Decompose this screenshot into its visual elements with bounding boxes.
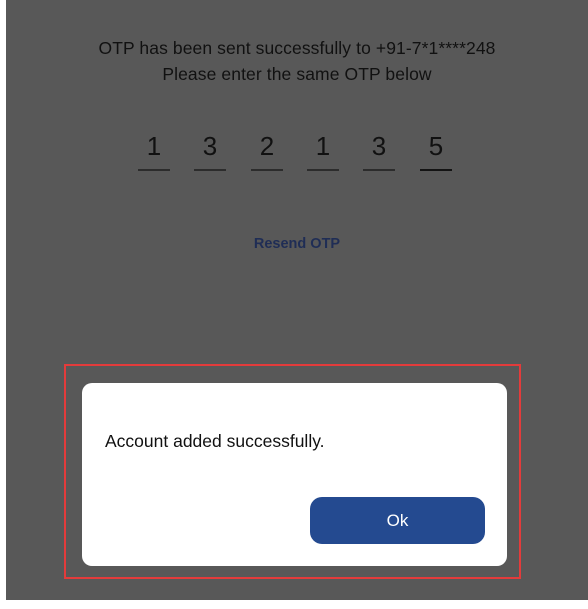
otp-sent-message: OTP has been sent successfully to +91-7*… [98,38,496,58]
otp-digit-3[interactable]: 2 [251,129,283,171]
dialog-message: Account added successfully. [105,431,325,451]
ok-button[interactable]: Ok [310,497,485,544]
success-dialog: Account added successfully. Ok [82,383,507,566]
otp-instruction: Please enter the same OTP below [162,64,432,84]
otp-digit-4[interactable]: 1 [307,129,339,171]
otp-digit-5[interactable]: 3 [363,129,395,171]
otp-digit-2[interactable]: 3 [194,129,226,171]
resend-otp-link[interactable]: Resend OTP [6,236,588,252]
otp-digit-6[interactable]: 5 [420,129,452,171]
otp-digit-1[interactable]: 1 [138,129,170,171]
otp-input-row: 1 3 2 1 3 5 [6,129,588,173]
